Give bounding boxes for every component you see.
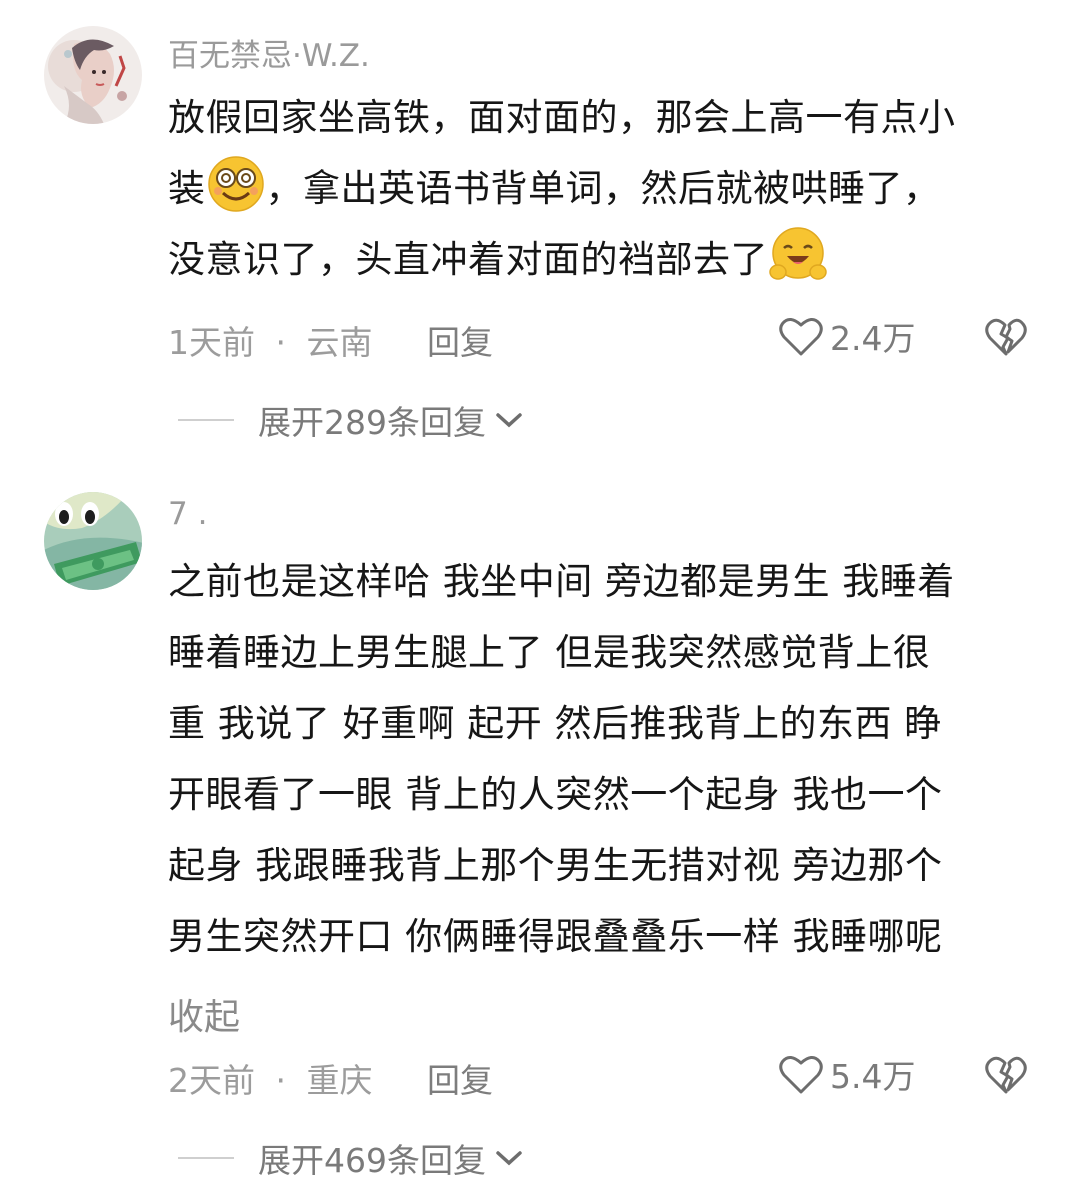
- comment-line-prefix: 装: [168, 167, 206, 210]
- divider: [178, 419, 234, 421]
- expand-replies-button[interactable]: 展开289条回复: [178, 396, 524, 444]
- reply-button[interactable]: 回复: [427, 323, 493, 362]
- comment-text: 之前也是这样哈 我坐中间 旁边都是男生 我睡着 睡着睡边上男生腿上了 但是我突然…: [168, 546, 1038, 972]
- comment-line: 开眼看了一眼 背上的人突然一个起身 我也一个: [168, 773, 943, 816]
- comment-line: 之前也是这样哈 我坐中间 旁边都是男生 我睡着: [168, 560, 955, 603]
- hug-emoji-icon: [769, 227, 827, 280]
- like-count: 2.4万: [830, 319, 916, 358]
- heart-outline-icon: [779, 318, 823, 356]
- comment-line: 起身 我跟睡我背上那个男生无措对视 旁边那个: [168, 844, 943, 887]
- comment-line: 男生突然开口 你俩睡得跟叠叠乐一样 我睡哪呢: [168, 915, 943, 958]
- comment-meta: 1天前 · 云南 回复: [168, 316, 493, 364]
- comment-line: 重 我说了 好重啊 起开 然后推我背上的东西 睁: [168, 702, 942, 745]
- username[interactable]: 7 .: [168, 496, 207, 532]
- avatar[interactable]: [44, 492, 142, 590]
- broken-heart-icon[interactable]: [984, 314, 1028, 358]
- expand-replies-label: 展开289条回复: [258, 403, 486, 442]
- comment-location: 云南: [306, 323, 373, 362]
- like-button[interactable]: 2.4万: [778, 312, 915, 360]
- like-button[interactable]: 5.4万: [778, 1050, 915, 1098]
- username[interactable]: 百无禁忌·W.Z.: [168, 30, 370, 75]
- comment-meta: 2天前 · 重庆 回复: [168, 1054, 493, 1102]
- comment-line-rest: ，拿出英语书背单词，然后就被哄睡了，: [265, 167, 941, 210]
- comment-time: 2天前: [168, 1061, 255, 1100]
- broken-heart-icon[interactable]: [984, 1052, 1028, 1096]
- expand-replies-button[interactable]: 展开469条回复: [178, 1134, 524, 1182]
- comment-text: 放假回家坐高铁，面对面的，那会上高一有点小 装 ，拿出英语书背单词，然后就被哄睡了…: [168, 82, 1038, 295]
- reply-button[interactable]: 回复: [427, 1061, 493, 1100]
- comment-line: 没意识了，头直冲着对面的裆部去了: [168, 224, 1038, 295]
- divider: [178, 1157, 234, 1159]
- comment-location: 重庆: [306, 1061, 373, 1100]
- meta-separator: ·: [275, 1061, 287, 1100]
- avatar[interactable]: [44, 26, 142, 124]
- like-count: 5.4万: [830, 1057, 916, 1096]
- dizzy-smile-emoji-icon: [207, 156, 264, 212]
- comment-line: 放假回家坐高铁，面对面的，那会上高一有点小: [168, 96, 956, 139]
- heart-outline-icon: [779, 1056, 823, 1094]
- collapse-button[interactable]: 收起: [168, 988, 240, 1040]
- comment-line: 睡着睡边上男生腿上了 但是我突然感觉背上很: [168, 631, 931, 674]
- meta-separator: ·: [275, 323, 287, 362]
- comment-time: 1天前: [168, 323, 255, 362]
- chevron-down-icon: [496, 1151, 522, 1166]
- expand-replies-label: 展开469条回复: [258, 1141, 486, 1180]
- comment-line: 装 ，拿出英语书背单词，然后就被哄睡了，: [168, 153, 1038, 224]
- chevron-down-icon: [496, 413, 522, 428]
